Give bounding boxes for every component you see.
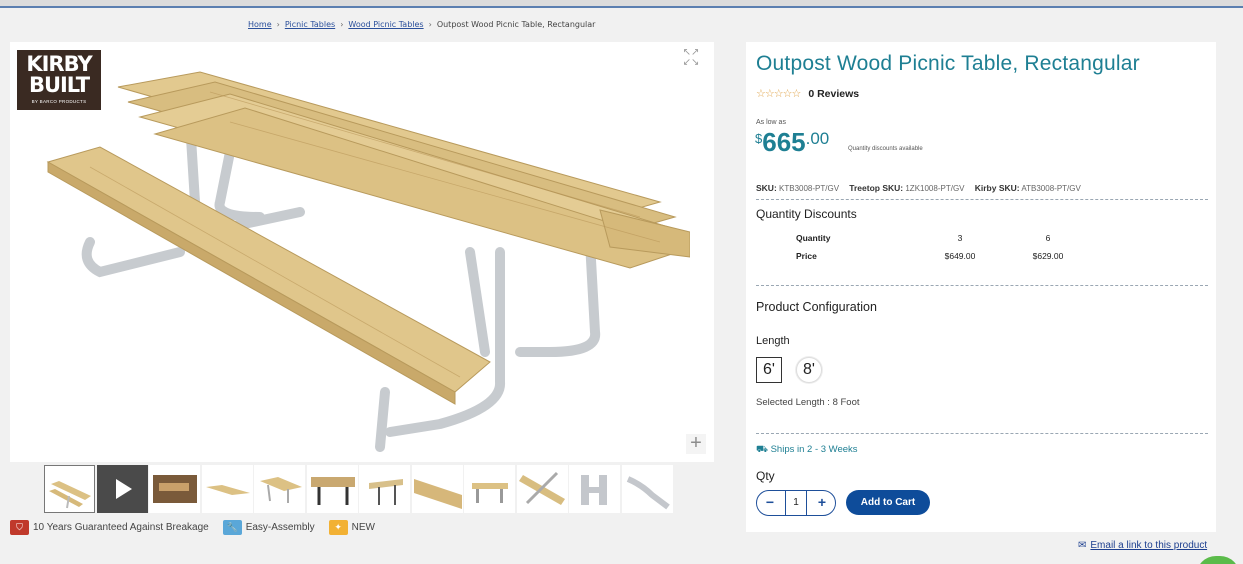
breadcrumb-home[interactable]: Home — [248, 20, 272, 29]
reviews-row[interactable]: ☆☆☆☆☆ 0 Reviews — [756, 87, 859, 101]
product-info-panel: Outpost Wood Picnic Table, Rectangular ☆… — [746, 42, 1216, 532]
product-title: Outpost Wood Picnic Table, Rectangular — [756, 52, 1140, 75]
price-cents: .00 — [805, 129, 830, 148]
table-cell: $629.00 — [1032, 251, 1064, 261]
expand-arrows-icon[interactable]: ↖↗ ↙↘ — [680, 48, 702, 70]
quantity-discounts-table: Quantity 3 6 Price $649.00 $629.00 — [796, 229, 1092, 265]
thumbnail[interactable] — [621, 465, 673, 513]
plus-icon[interactable]: + — [686, 433, 706, 454]
email-link-text[interactable]: Email a link to this product — [1090, 540, 1207, 551]
sku-label: SKU: — [756, 183, 777, 193]
quantity-stepper: − 1 + — [756, 490, 836, 516]
envelope-icon: ✉ — [1078, 540, 1087, 551]
new-badge: ✦ NEW — [328, 520, 375, 535]
thumbnail[interactable] — [464, 465, 515, 513]
breadcrumb-current: Outpost Wood Picnic Table, Rectangular — [436, 20, 596, 29]
thumbnail[interactable] — [201, 465, 253, 513]
product-main-image[interactable]: KIRBY BUILT BY BARCO PRODUCTS ↖↗ ↙↘ + — [10, 42, 714, 462]
thumbnail[interactable] — [44, 465, 95, 513]
truck-icon: ⛟ — [756, 444, 768, 455]
table-cell: $649.00 — [944, 251, 976, 261]
badge-label: 10 Years Guaranteed Against Breakage — [33, 522, 209, 533]
shield-icon: ⛉ — [10, 520, 29, 535]
breadcrumb-separator: › — [276, 20, 280, 29]
thumbnail[interactable] — [254, 465, 305, 513]
selected-length-text: Selected Length : 8 Foot — [756, 397, 860, 408]
breadcrumb-picnic-tables[interactable]: Picnic Tables — [285, 20, 335, 29]
table-cell: 6 — [1045, 233, 1051, 243]
length-label: Length — [756, 335, 790, 347]
length-options: 6' 8' — [756, 357, 836, 383]
shipping-info: ⛟ Ships in 2 - 3 Weeks — [756, 444, 858, 456]
star-rating-icon: ☆☆☆☆☆ — [756, 88, 801, 100]
quantity-input[interactable]: 1 — [785, 491, 807, 515]
table-cell: Quantity — [796, 233, 831, 243]
table-cell: Price — [796, 251, 817, 261]
sku-row: SKU: KTB3008-PT/GV Treetop SKU: 1ZK1008-… — [756, 183, 1081, 193]
picnic-table-image — [46, 71, 690, 452]
video-thumbnail[interactable] — [96, 465, 148, 513]
warranty-badge: ⛉ 10 Years Guaranteed Against Breakage — [10, 520, 209, 535]
increase-quantity-button[interactable]: + — [813, 494, 831, 512]
treetop-sku-value: 1ZK1008-PT/GV — [905, 184, 965, 193]
price: $665.00 — [755, 127, 829, 158]
sparkle-icon: ✦ — [328, 520, 348, 535]
decrease-quantity-button[interactable]: − — [761, 494, 779, 512]
breadcrumb-wood-picnic-tables[interactable]: Wood Picnic Tables — [348, 20, 423, 29]
qty-label: Qty — [756, 469, 775, 483]
product-configuration-title: Product Configuration — [756, 300, 877, 314]
thumbnail[interactable] — [411, 465, 463, 513]
breadcrumb: Home › Picnic Tables › Wood Picnic Tables › Ou… — [248, 20, 595, 29]
thumbnail[interactable] — [306, 465, 358, 513]
wrench-icon: 🔧 — [222, 520, 242, 535]
thumbnail[interactable] — [569, 465, 620, 513]
price-dollars: 665 — [762, 127, 806, 157]
price-currency: $ — [755, 131, 763, 146]
quantity-discounts-title: Quantity Discounts — [756, 207, 857, 221]
breadcrumb-separator: › — [428, 20, 432, 29]
reviews-count[interactable]: 0 Reviews — [808, 88, 859, 100]
table-cell: 3 — [957, 233, 963, 243]
table-row: Quantity 3 6 — [796, 229, 1092, 247]
divider — [756, 199, 1208, 200]
sku-value: KTB3008-PT/GV — [779, 184, 840, 193]
feature-badges: ⛉ 10 Years Guaranteed Against Breakage 🔧… — [10, 520, 389, 535]
top-bar — [0, 0, 1243, 8]
divider — [756, 285, 1208, 286]
thumbnail[interactable] — [516, 465, 568, 513]
as-low-as-label: As low as — [756, 119, 786, 126]
thumbnail-strip — [44, 465, 674, 515]
easy-assembly-badge: 🔧 Easy-Assembly — [222, 520, 315, 535]
breadcrumb-separator: › — [340, 20, 344, 29]
treetop-sku-label: Treetop SKU: — [849, 183, 904, 193]
shipping-text: Ships in 2 - 3 Weeks — [770, 444, 858, 455]
badge-label: NEW — [351, 522, 375, 533]
quantity-discount-note: Quantity discounts available — [848, 146, 923, 152]
kirby-sku-value: ATB3008-PT/GV — [1021, 184, 1081, 193]
email-product-link[interactable]: ✉ Email a link to this product — [1078, 540, 1207, 551]
thumbnail[interactable] — [359, 465, 410, 513]
badge-label: Easy-Assembly — [245, 522, 315, 533]
add-to-cart-button[interactable]: Add to Cart — [846, 490, 930, 515]
length-option-8ft[interactable]: 8' — [796, 357, 822, 383]
chat-widget[interactable] — [1196, 556, 1240, 564]
thumbnail[interactable] — [149, 465, 200, 513]
kirby-sku-label: Kirby SKU: — [974, 183, 1020, 193]
length-option-6ft[interactable]: 6' — [756, 357, 782, 383]
table-row: Price $649.00 $629.00 — [796, 247, 1092, 265]
divider — [756, 433, 1208, 434]
